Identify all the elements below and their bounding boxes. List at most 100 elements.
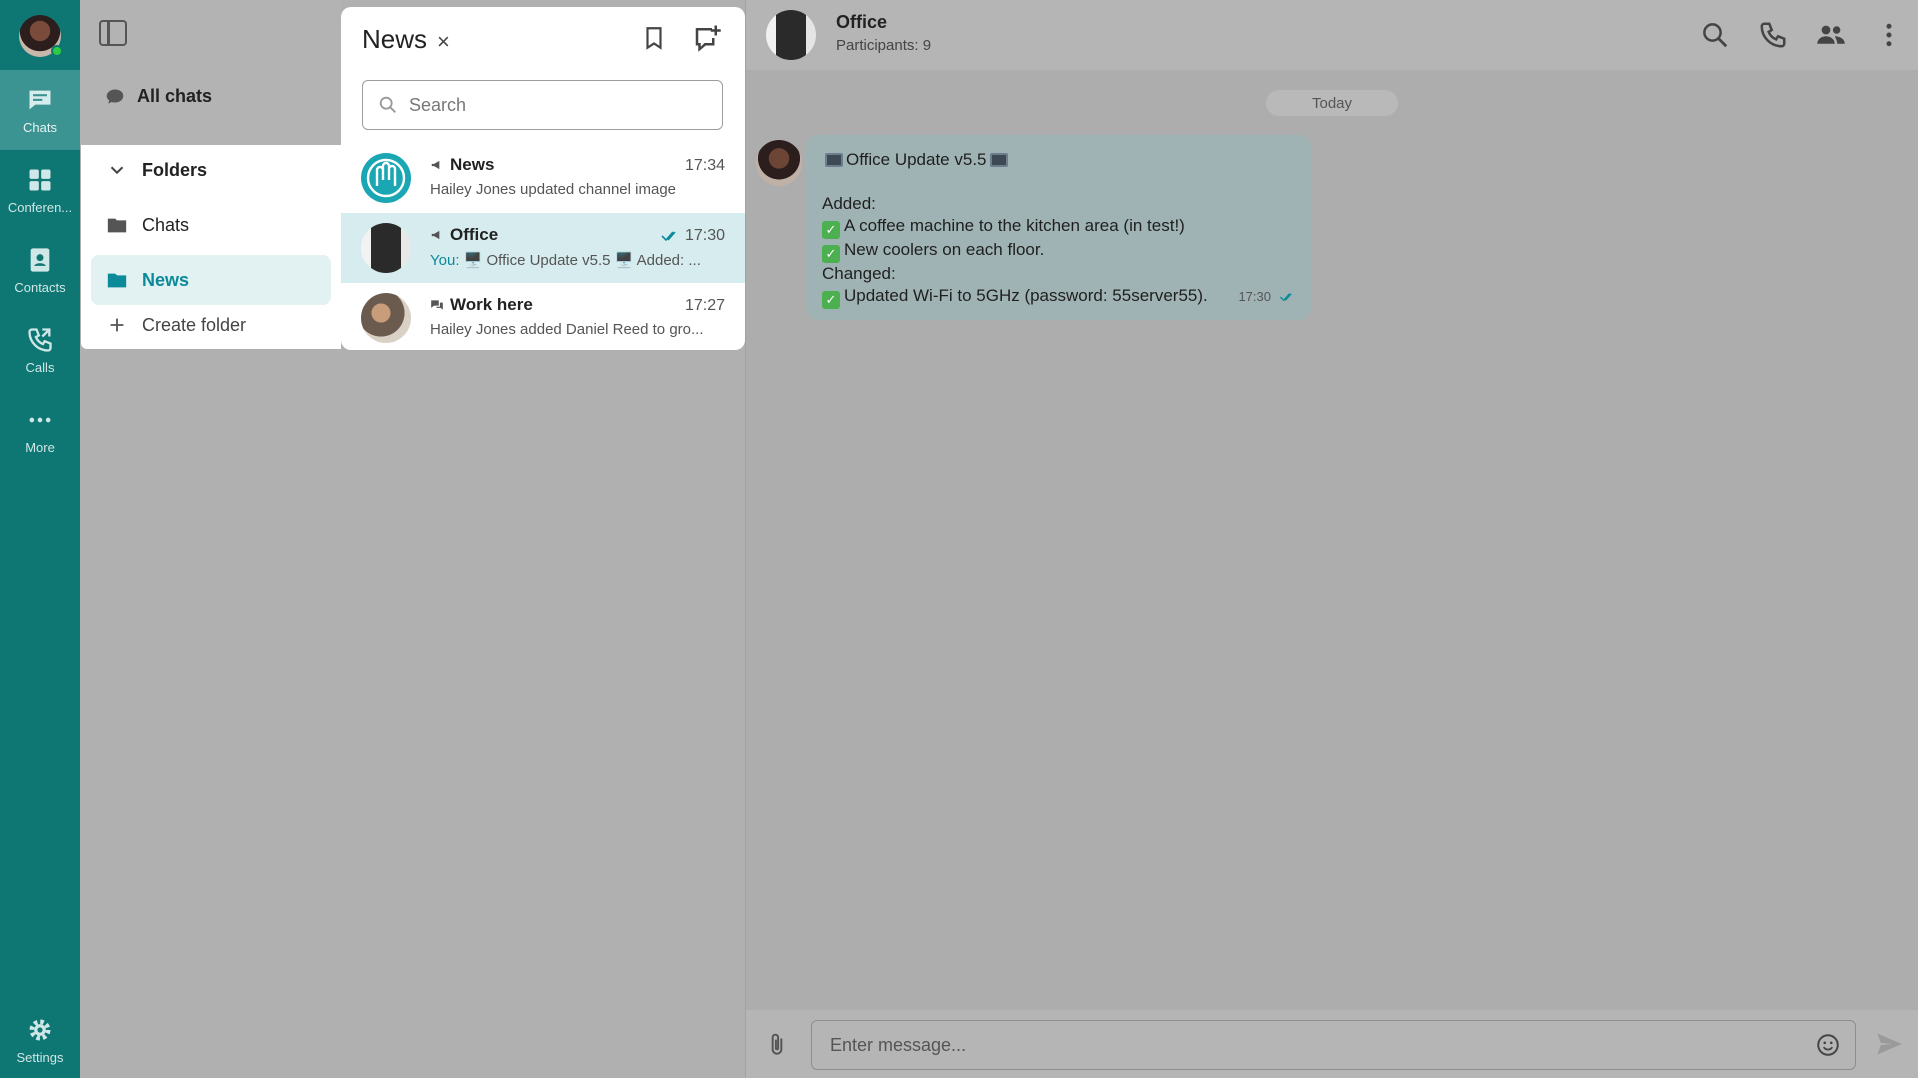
my-avatar[interactable] xyxy=(19,15,63,57)
folder-item-chats[interactable]: Chats xyxy=(81,200,341,250)
rail-item-settings[interactable]: Settings xyxy=(0,1000,80,1078)
chevron-down-icon xyxy=(110,166,124,175)
group-chat-icon xyxy=(431,300,443,310)
chat-bubble-icon xyxy=(29,90,51,109)
message-meta: 17:30 xyxy=(1238,286,1295,308)
chat-preview: You: 🖥️ Office Update v5.5 🖥️ Added: ... xyxy=(430,251,726,269)
sender-avatar[interactable] xyxy=(756,140,802,186)
chat-time: 17:34 xyxy=(684,157,725,174)
check-mark-icon: ✓ xyxy=(822,221,840,239)
message-title: Office Update v5.5 xyxy=(846,150,987,169)
rail-item-chats[interactable]: Chats xyxy=(0,70,80,150)
chat-name-text: News xyxy=(450,155,495,174)
message-area: Today Office Update v5.5 Added: ✓ A coffe… xyxy=(746,70,1918,1010)
list-title: News xyxy=(362,24,428,54)
megaphone-icon xyxy=(431,230,440,240)
all-chats-item[interactable]: All chats xyxy=(105,86,212,107)
message-input-field[interactable] xyxy=(811,1020,1856,1070)
double-check-icon xyxy=(1279,293,1292,302)
bookmark-icon[interactable] xyxy=(641,23,667,53)
message-composer xyxy=(746,1010,1918,1078)
left-rail: Chats Conferen... Contacts Calls More Se… xyxy=(0,0,80,1078)
message-line: ✓ A coffee machine to the kitchen area (i… xyxy=(822,215,1295,239)
search-icon[interactable] xyxy=(1700,20,1730,50)
rail-item-contacts[interactable]: Contacts xyxy=(0,230,80,310)
group-hands-icon xyxy=(366,158,406,198)
message-text: Updated Wi-Fi to 5GHz (password: 55serve… xyxy=(844,286,1208,305)
chat-avatar xyxy=(361,293,411,343)
chat-preview-text: 🖥️ Office Update v5.5 🖥️ Added: ... xyxy=(463,252,701,269)
message-line: Added: xyxy=(822,194,876,213)
online-status-dot xyxy=(51,45,63,57)
chat-time-text: 17:30 xyxy=(684,227,725,244)
chat-list-panel: News × News 17:34 Hailey Jones updated c… xyxy=(341,7,745,350)
chat-row-office[interactable]: Office 17:30 You: 🖥️ Office Update v5.5 … xyxy=(341,213,745,283)
folder-item-news[interactable]: News xyxy=(91,255,331,305)
create-folder-label: Create folder xyxy=(142,314,247,335)
chat-name: News xyxy=(430,155,494,175)
rail-label: Calls xyxy=(25,359,55,375)
message-input[interactable] xyxy=(830,1034,1780,1056)
rail-label: Contacts xyxy=(14,279,66,295)
chat-name-text: Office xyxy=(450,225,499,244)
message-line: Changed: xyxy=(822,264,896,283)
chat-bubble-icon xyxy=(106,89,124,104)
all-chats-label: All chats xyxy=(137,86,213,106)
toggle-sidebar-icon[interactable] xyxy=(99,20,127,46)
plus-icon xyxy=(110,318,124,332)
new-chat-icon[interactable] xyxy=(692,23,722,53)
monitor-icon xyxy=(825,153,843,167)
contacts-icon xyxy=(30,247,50,272)
channel-avatar xyxy=(361,153,411,203)
more-dots-icon xyxy=(29,417,51,422)
folders-header-label: Folders xyxy=(142,159,208,180)
chat-time: 17:30 xyxy=(661,227,725,245)
rail-label: Settings xyxy=(16,1049,64,1065)
message-text: A coffee machine to the kitchen area (in… xyxy=(844,216,1185,235)
you-prefix: You: xyxy=(430,252,460,269)
phone-icon[interactable] xyxy=(1758,20,1788,50)
emoji-icon[interactable] xyxy=(1815,1032,1841,1058)
chat-row-news[interactable]: News 17:34 Hailey Jones updated channel … xyxy=(341,143,745,213)
chat-avatar[interactable] xyxy=(766,10,816,60)
search-icon xyxy=(379,96,396,113)
chat-row-work-here[interactable]: Work here 17:27 Hailey Jones added Danie… xyxy=(341,283,745,350)
gear-icon xyxy=(29,1019,51,1040)
rail-label: More xyxy=(25,439,55,455)
paperclip-icon[interactable] xyxy=(764,1030,790,1060)
message-line: ✓ Updated Wi-Fi to 5GHz (password: 55serv… xyxy=(822,285,1295,309)
check-mark-icon: ✓ xyxy=(822,245,840,263)
rail-item-more[interactable]: More xyxy=(0,390,80,470)
message-text: New coolers on each floor. xyxy=(844,240,1045,259)
folders-header[interactable]: Folders xyxy=(81,145,341,195)
megaphone-icon xyxy=(431,160,440,170)
chat-name-text: Work here xyxy=(450,295,533,314)
chat-name: Work here xyxy=(430,295,533,315)
chat-name: Office xyxy=(430,225,498,245)
send-icon[interactable] xyxy=(1874,1030,1904,1058)
participants-count: Participants: 9 xyxy=(836,37,932,54)
rail-label: Chats xyxy=(23,119,57,135)
more-vertical-icon[interactable] xyxy=(1874,20,1904,50)
message-bubble[interactable]: Office Update v5.5 Added: ✓ A coffee mach… xyxy=(806,135,1311,320)
participants-icon[interactable] xyxy=(1816,20,1846,50)
folders-dropdown: Folders Chats News Create folder xyxy=(81,145,341,349)
chat-title[interactable]: Office xyxy=(836,12,887,33)
folder-item-label: Chats xyxy=(142,214,190,235)
search-field[interactable] xyxy=(362,80,723,130)
folder-icon xyxy=(107,218,127,233)
chat-time: 17:27 xyxy=(684,297,725,314)
conference-icon xyxy=(29,169,51,190)
message-title-line: Office Update v5.5 xyxy=(822,149,1295,171)
chat-preview: Hailey Jones updated channel image xyxy=(430,181,676,198)
rail-item-calls[interactable]: Calls xyxy=(0,310,80,390)
close-folder-button[interactable]: × xyxy=(437,29,450,55)
message-line: ✓ New coolers on each floor. xyxy=(822,239,1295,263)
rail-item-conferences[interactable]: Conferen... xyxy=(0,150,80,230)
rail-label: Conferen... xyxy=(7,199,73,215)
chat-header: Office Participants: 9 xyxy=(746,0,1918,70)
check-mark-icon: ✓ xyxy=(822,291,840,309)
search-input[interactable] xyxy=(409,94,709,116)
create-folder-button[interactable]: Create folder xyxy=(81,300,341,350)
chat-preview: Hailey Jones added Daniel Reed to gro... xyxy=(430,321,704,338)
